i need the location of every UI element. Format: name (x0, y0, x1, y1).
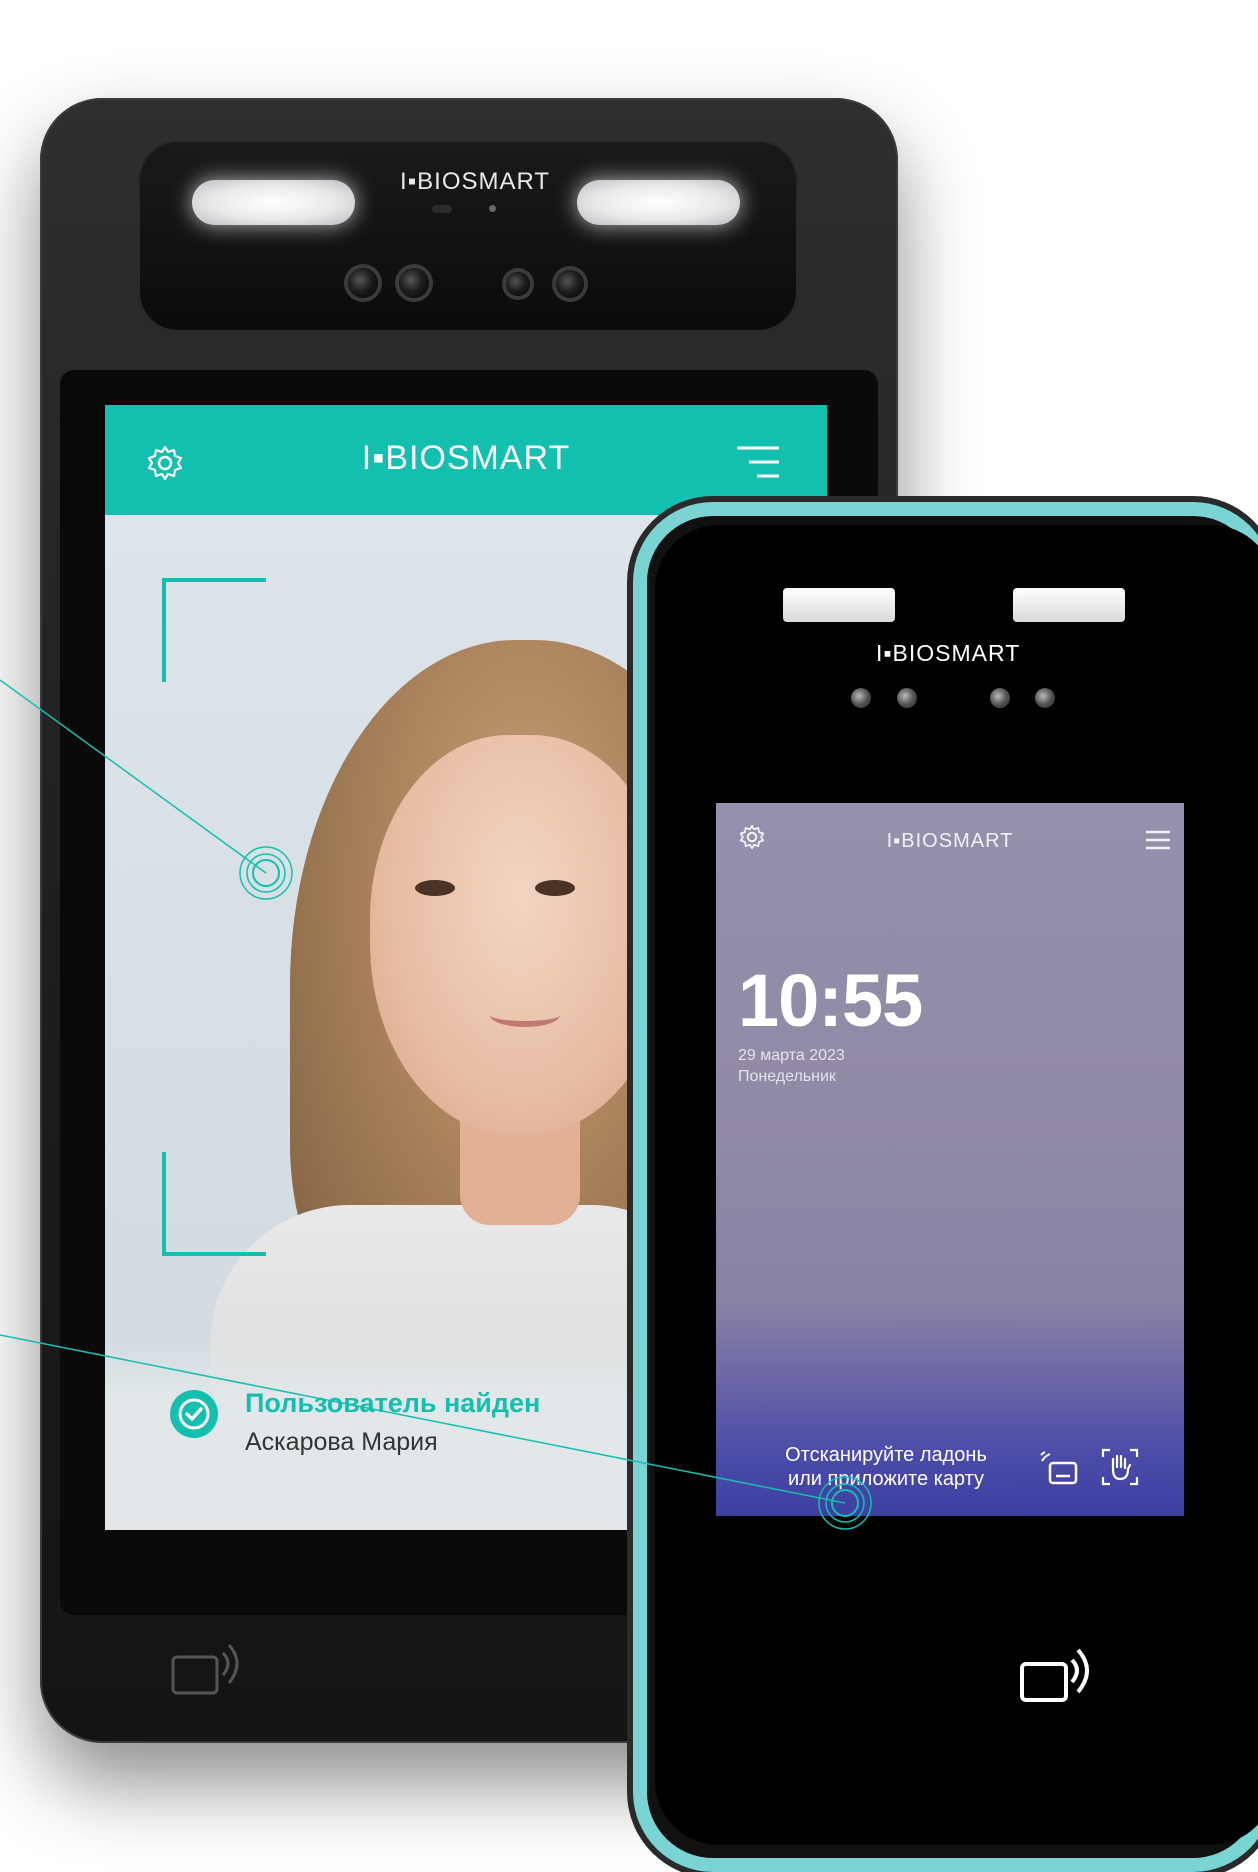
callout-line-face (0, 679, 267, 874)
callout-lines (0, 679, 872, 1530)
callout-line-palm (0, 1334, 846, 1504)
